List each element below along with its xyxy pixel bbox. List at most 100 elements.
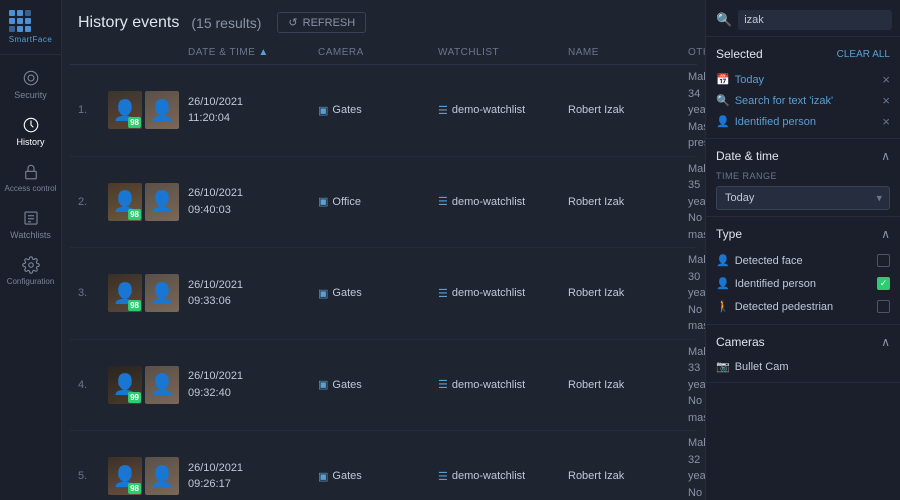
event-datetime: 26/10/2021 09:40:03 — [188, 185, 318, 218]
event-others: Male, 35 years No mask — [688, 161, 705, 244]
row-number: 2. — [78, 196, 108, 208]
col-header-camera: CAMERA — [318, 47, 438, 58]
camera-icon: 📷 — [716, 360, 730, 373]
face-capture: 👤 98 — [108, 183, 142, 221]
time-range-select[interactable]: Today Last 7 days Last 30 days Custom — [716, 186, 890, 210]
event-watchlist: ☰ demo-watchlist — [438, 195, 568, 208]
type-title: Type — [716, 227, 742, 241]
clear-all-button[interactable]: CLEAR ALL — [837, 49, 890, 60]
face-silhouette-icon: 👤 — [150, 281, 175, 306]
col-header-name: NAME — [568, 47, 688, 58]
sidebar-label-access: Access control — [4, 184, 56, 193]
time-range-label: TIME RANGE — [716, 171, 890, 181]
event-name: Robert Izak — [568, 470, 688, 482]
watchlist-icon: ☰ — [438, 104, 448, 117]
table-row[interactable]: 1. 👤 98 👤 26/10/2021 11:20:04 ▣ Gates ☰ — [70, 65, 697, 157]
cameras-section: Cameras ∧ 📷 Bullet Cam — [706, 325, 900, 383]
face-capture: 👤 99 — [108, 366, 142, 404]
identified-person-label: Identified person — [735, 278, 816, 290]
cameras-title: Cameras — [716, 335, 765, 349]
result-count: (15 results) — [191, 15, 261, 31]
row-number: 3. — [78, 287, 108, 299]
face-silhouette-icon: 👤 — [150, 98, 175, 123]
table-row[interactable]: 5. 👤 98 👤 26/10/2021 09:26:17 ▣ Gates ☰ — [70, 431, 697, 500]
face-capture: 👤 98 — [108, 91, 142, 129]
confidence-badge: 98 — [128, 209, 141, 220]
sidebar-label-configuration: Configuration — [7, 277, 55, 286]
detected-face-checkbox[interactable] — [877, 254, 890, 267]
camera-bullet-cam: 📷 Bullet Cam — [716, 357, 890, 376]
watchlist-icon: ☰ — [438, 287, 448, 300]
right-panel: 🔍 Selected CLEAR ALL 📅 Today × 🔍 Search … — [705, 0, 900, 500]
cameras-collapse-icon[interactable]: ∧ — [881, 335, 890, 349]
col-header-datetime: DATE & TIME ▲ — [188, 47, 318, 58]
row-number: 5. — [78, 470, 108, 482]
row-number: 4. — [78, 379, 108, 391]
remove-person-filter[interactable]: × — [882, 115, 890, 128]
face-profile: 👤 — [145, 274, 179, 312]
event-camera: ▣ Gates — [318, 470, 438, 483]
face-profile: 👤 — [145, 91, 179, 129]
event-others: Male, 32 years No mask — [688, 435, 705, 500]
table-row[interactable]: 3. 👤 98 👤 26/10/2021 09:33:06 ▣ Gates ☰ — [70, 248, 697, 340]
search-input[interactable] — [738, 10, 892, 30]
sidebar-label-security: Security — [14, 90, 47, 100]
type-section: Type ∧ 👤 Detected face 👤 Identified pers… — [706, 217, 900, 325]
detected-pedestrian-checkbox[interactable] — [877, 300, 890, 313]
type-collapse-icon[interactable]: ∧ — [881, 227, 890, 241]
sidebar-item-security[interactable]: Security — [0, 61, 61, 108]
event-datetime: 26/10/2021 09:26:17 — [188, 460, 318, 493]
table-row[interactable]: 2. 👤 98 👤 26/10/2021 09:40:03 ▣ Office ☰ — [70, 157, 697, 249]
face-profile: 👤 — [145, 457, 179, 495]
filter-tag-today: 📅 Today × — [716, 69, 890, 90]
event-others: Male, 30 years No mask — [688, 252, 705, 335]
date-time-title: Date & time — [716, 149, 779, 163]
person-filter-icon: 👤 — [716, 115, 730, 128]
sidebar-item-access-control[interactable]: Access control — [0, 155, 61, 201]
sidebar: SmartFace Security History Access contro… — [0, 0, 62, 500]
search-icon: 🔍 — [716, 12, 732, 28]
selected-title: Selected — [716, 47, 763, 61]
event-watchlist: ☰ demo-watchlist — [438, 470, 568, 483]
watchlist-icon: ☰ — [438, 195, 448, 208]
date-time-collapse-icon[interactable]: ∧ — [881, 149, 890, 163]
event-name: Robert Izak — [568, 104, 688, 116]
watchlist-icon: ☰ — [438, 378, 448, 391]
filter-search-label: Search for text 'izak' — [735, 95, 833, 107]
sidebar-item-configuration[interactable]: Configuration — [0, 248, 61, 294]
col-header-watchlist: WATCHLIST — [438, 47, 568, 58]
main-content: History events (15 results) ↺ REFRESH DA… — [62, 0, 705, 500]
sidebar-item-watchlists[interactable]: Watchlists — [0, 201, 61, 248]
event-camera: ▣ Gates — [318, 287, 438, 300]
pedestrian-type-icon: 🚶 — [716, 300, 730, 313]
face-silhouette-icon: 👤 — [150, 189, 175, 214]
events-table: DATE & TIME ▲ CAMERA WATCHLIST NAME OTHE… — [62, 41, 705, 500]
event-others: Male, 33 years No mask — [688, 344, 705, 427]
sidebar-item-history[interactable]: History — [0, 108, 61, 155]
remove-search-filter[interactable]: × — [882, 94, 890, 107]
filter-tag-search: 🔍 Search for text 'izak' × — [716, 90, 890, 111]
camera-icon: ▣ — [318, 104, 328, 117]
identified-person-checkbox[interactable] — [877, 277, 890, 290]
event-name: Robert Izak — [568, 196, 688, 208]
table-row[interactable]: 4. 👤 99 👤 26/10/2021 09:32:40 ▣ Gates ☰ — [70, 340, 697, 432]
event-datetime: 26/10/2021 09:33:06 — [188, 277, 318, 310]
refresh-icon: ↺ — [288, 16, 297, 29]
face-profile: 👤 — [145, 183, 179, 221]
search-filter-icon: 🔍 — [716, 94, 730, 107]
bullet-cam-label: Bullet Cam — [735, 361, 789, 373]
filter-today-label: Today — [735, 74, 764, 86]
sort-icon: ▲ — [258, 47, 268, 58]
refresh-button[interactable]: ↺ REFRESH — [277, 12, 366, 33]
sidebar-label-history: History — [16, 137, 44, 147]
camera-icon: ▣ — [318, 195, 328, 208]
remove-today-filter[interactable]: × — [882, 73, 890, 86]
event-datetime: 26/10/2021 09:32:40 — [188, 368, 318, 401]
calendar-icon: 📅 — [716, 73, 730, 86]
event-watchlist: ☰ demo-watchlist — [438, 378, 568, 391]
camera-icon: ▣ — [318, 378, 328, 391]
face-images: 👤 98 👤 — [108, 91, 188, 129]
face-silhouette-icon: 👤 — [150, 464, 175, 489]
date-time-section: Date & time ∧ TIME RANGE Today Last 7 da… — [706, 139, 900, 217]
event-name: Robert Izak — [568, 287, 688, 299]
